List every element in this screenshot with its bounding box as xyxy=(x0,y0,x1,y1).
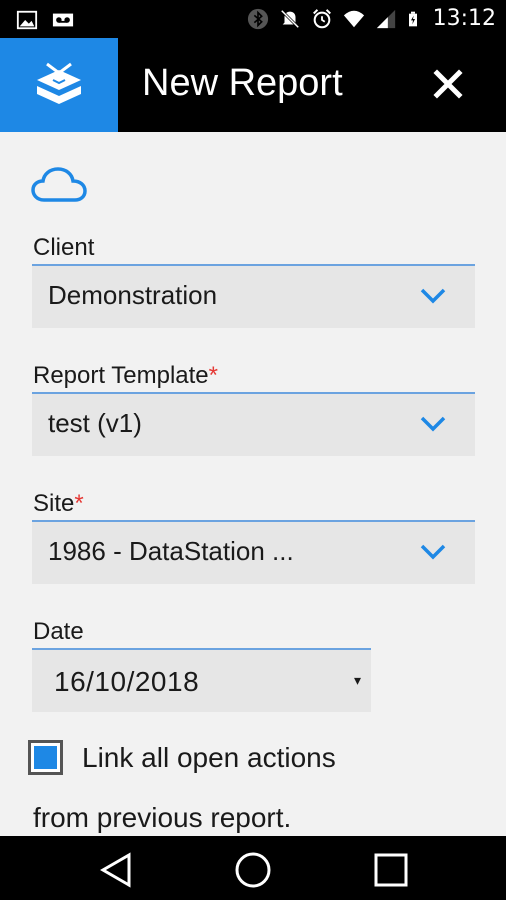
chevron-down-icon xyxy=(420,416,446,432)
home-icon xyxy=(235,852,271,888)
mute-icon xyxy=(280,9,299,28)
close-icon xyxy=(433,69,463,99)
back-button[interactable] xyxy=(96,850,136,890)
clock: 13:12 xyxy=(432,6,496,31)
page-title: New Report xyxy=(142,62,343,104)
date-value: 16/10/2018 xyxy=(54,666,200,697)
date-label: Date xyxy=(33,618,84,645)
template-label: Report Template* xyxy=(33,362,218,389)
link-actions-label: Link all open actions xyxy=(82,742,336,773)
report-form: Client Demonstration Report Template* te… xyxy=(0,132,506,836)
battery-icon xyxy=(408,11,417,26)
app-logo[interactable] xyxy=(0,38,118,132)
site-label: Site* xyxy=(33,490,84,517)
status-bar: 13:12 xyxy=(0,0,506,38)
image-icon xyxy=(16,10,38,30)
recents-button[interactable] xyxy=(371,850,411,890)
dropdown-arrow-icon: ▾ xyxy=(353,672,361,688)
chevron-down-icon xyxy=(420,288,446,304)
recents-icon xyxy=(374,853,408,887)
site-value: 1986 - DataStation ... xyxy=(48,536,294,566)
cloud-icon[interactable] xyxy=(30,166,88,204)
home-button[interactable] xyxy=(233,850,273,890)
wifi-icon xyxy=(343,10,364,27)
bluetooth-icon xyxy=(247,8,268,29)
template-select[interactable]: test (v1) xyxy=(32,392,475,456)
voicemail-icon xyxy=(52,13,74,27)
link-actions-checkbox[interactable] xyxy=(28,740,63,775)
required-marker: * xyxy=(208,362,218,389)
app-bar: New Report xyxy=(0,38,506,132)
alarm-icon xyxy=(312,8,331,28)
signal-icon xyxy=(376,9,395,28)
link-actions-label-continued: from previous report. xyxy=(33,802,292,833)
required-marker: * xyxy=(74,490,84,517)
checkbox-checked-indicator xyxy=(34,746,57,769)
client-label: Client xyxy=(33,234,95,261)
layers-logo-icon xyxy=(37,62,81,104)
system-nav-bar xyxy=(0,836,506,900)
client-select[interactable]: Demonstration xyxy=(32,264,475,328)
back-icon xyxy=(99,852,131,888)
site-select[interactable]: 1986 - DataStation ... xyxy=(32,520,475,584)
template-value: test (v1) xyxy=(48,408,142,438)
client-value: Demonstration xyxy=(48,280,218,310)
chevron-down-icon xyxy=(420,544,446,560)
close-button[interactable] xyxy=(430,66,466,102)
date-picker[interactable]: 16/10/2018 ▾ xyxy=(32,648,371,712)
